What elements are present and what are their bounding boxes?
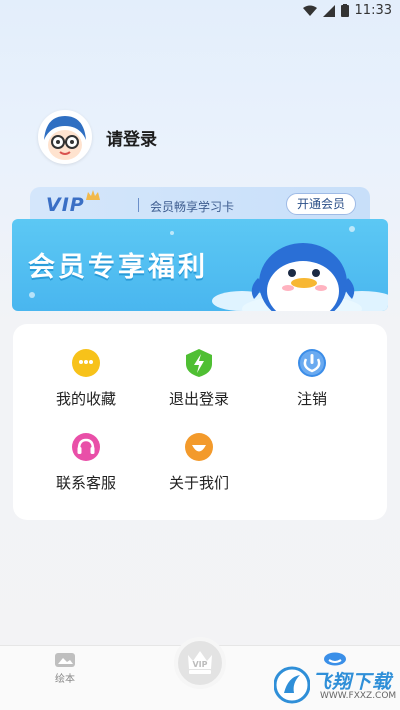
vip-crown-text: VIP <box>192 660 207 669</box>
tab-profile[interactable] <box>320 652 350 666</box>
power-icon <box>298 349 326 377</box>
headset-icon <box>72 433 100 461</box>
status-time: 11:33 <box>354 3 392 18</box>
vip-logo: VIP <box>46 194 85 216</box>
menu-label: 关于我们 <box>168 474 229 492</box>
picture-book-icon <box>55 653 75 667</box>
menu-item-logout[interactable]: 退出登录 <box>144 348 254 409</box>
penguin-mascot-icon <box>251 243 355 311</box>
smile-icon <box>185 433 213 461</box>
watermark: 飞翔下载 WWW.FXXZ.COM <box>274 665 400 710</box>
tab-vip[interactable]: VIP <box>174 637 226 689</box>
wifi-icon <box>302 5 317 16</box>
status-bar: 11:33 <box>0 0 400 24</box>
menu-label: 联系客服 <box>55 474 116 492</box>
tab-picture-book[interactable]: 绘本 <box>50 652 80 685</box>
signal-icon <box>322 4 335 17</box>
tab-label: 绘本 <box>55 674 75 685</box>
vip-crown-icon: VIP <box>188 651 212 674</box>
profile-icon <box>324 652 346 666</box>
watermark-logo-icon <box>274 666 310 704</box>
battery-icon <box>340 4 349 17</box>
profile-header[interactable]: 请登录 <box>38 110 157 164</box>
menu-item-favorites[interactable]: 我的收藏 <box>31 348 141 409</box>
open-membership-button[interactable]: 开通会员 <box>285 193 356 215</box>
banner-title: 会员专享福利 <box>28 252 208 283</box>
menu-label: 注销 <box>296 390 327 408</box>
menu-item-customer-service[interactable]: 联系客服 <box>31 432 141 493</box>
member-benefits-banner[interactable]: 会员专享福利 <box>12 219 388 311</box>
menu-item-about-us[interactable]: 关于我们 <box>144 432 254 493</box>
vip-divider <box>138 198 139 212</box>
menu-item-deregister[interactable]: 注销 <box>257 348 367 409</box>
vip-description: 会员畅享学习卡 <box>150 200 235 214</box>
chat-bubble-icon <box>72 349 100 377</box>
menu-label: 退出登录 <box>168 390 229 408</box>
menu-label: 我的收藏 <box>55 390 116 408</box>
menu-panel: 我的收藏 退出登录 注销 联系客服 关于我们 <box>13 324 387 520</box>
vip-card[interactable]: VIP 会员畅享学习卡 开通会员 <box>30 187 370 223</box>
lightning-shield-icon <box>186 349 212 377</box>
watermark-text: 飞翔下载 <box>312 671 393 693</box>
watermark-url: WWW.FXXZ.COM <box>320 691 397 701</box>
avatar[interactable] <box>38 110 92 164</box>
login-label[interactable]: 请登录 <box>106 125 157 150</box>
crown-badge-icon <box>86 190 100 200</box>
status-icons: 11:33 <box>302 3 392 18</box>
cartoon-avatar-icon <box>40 112 90 162</box>
